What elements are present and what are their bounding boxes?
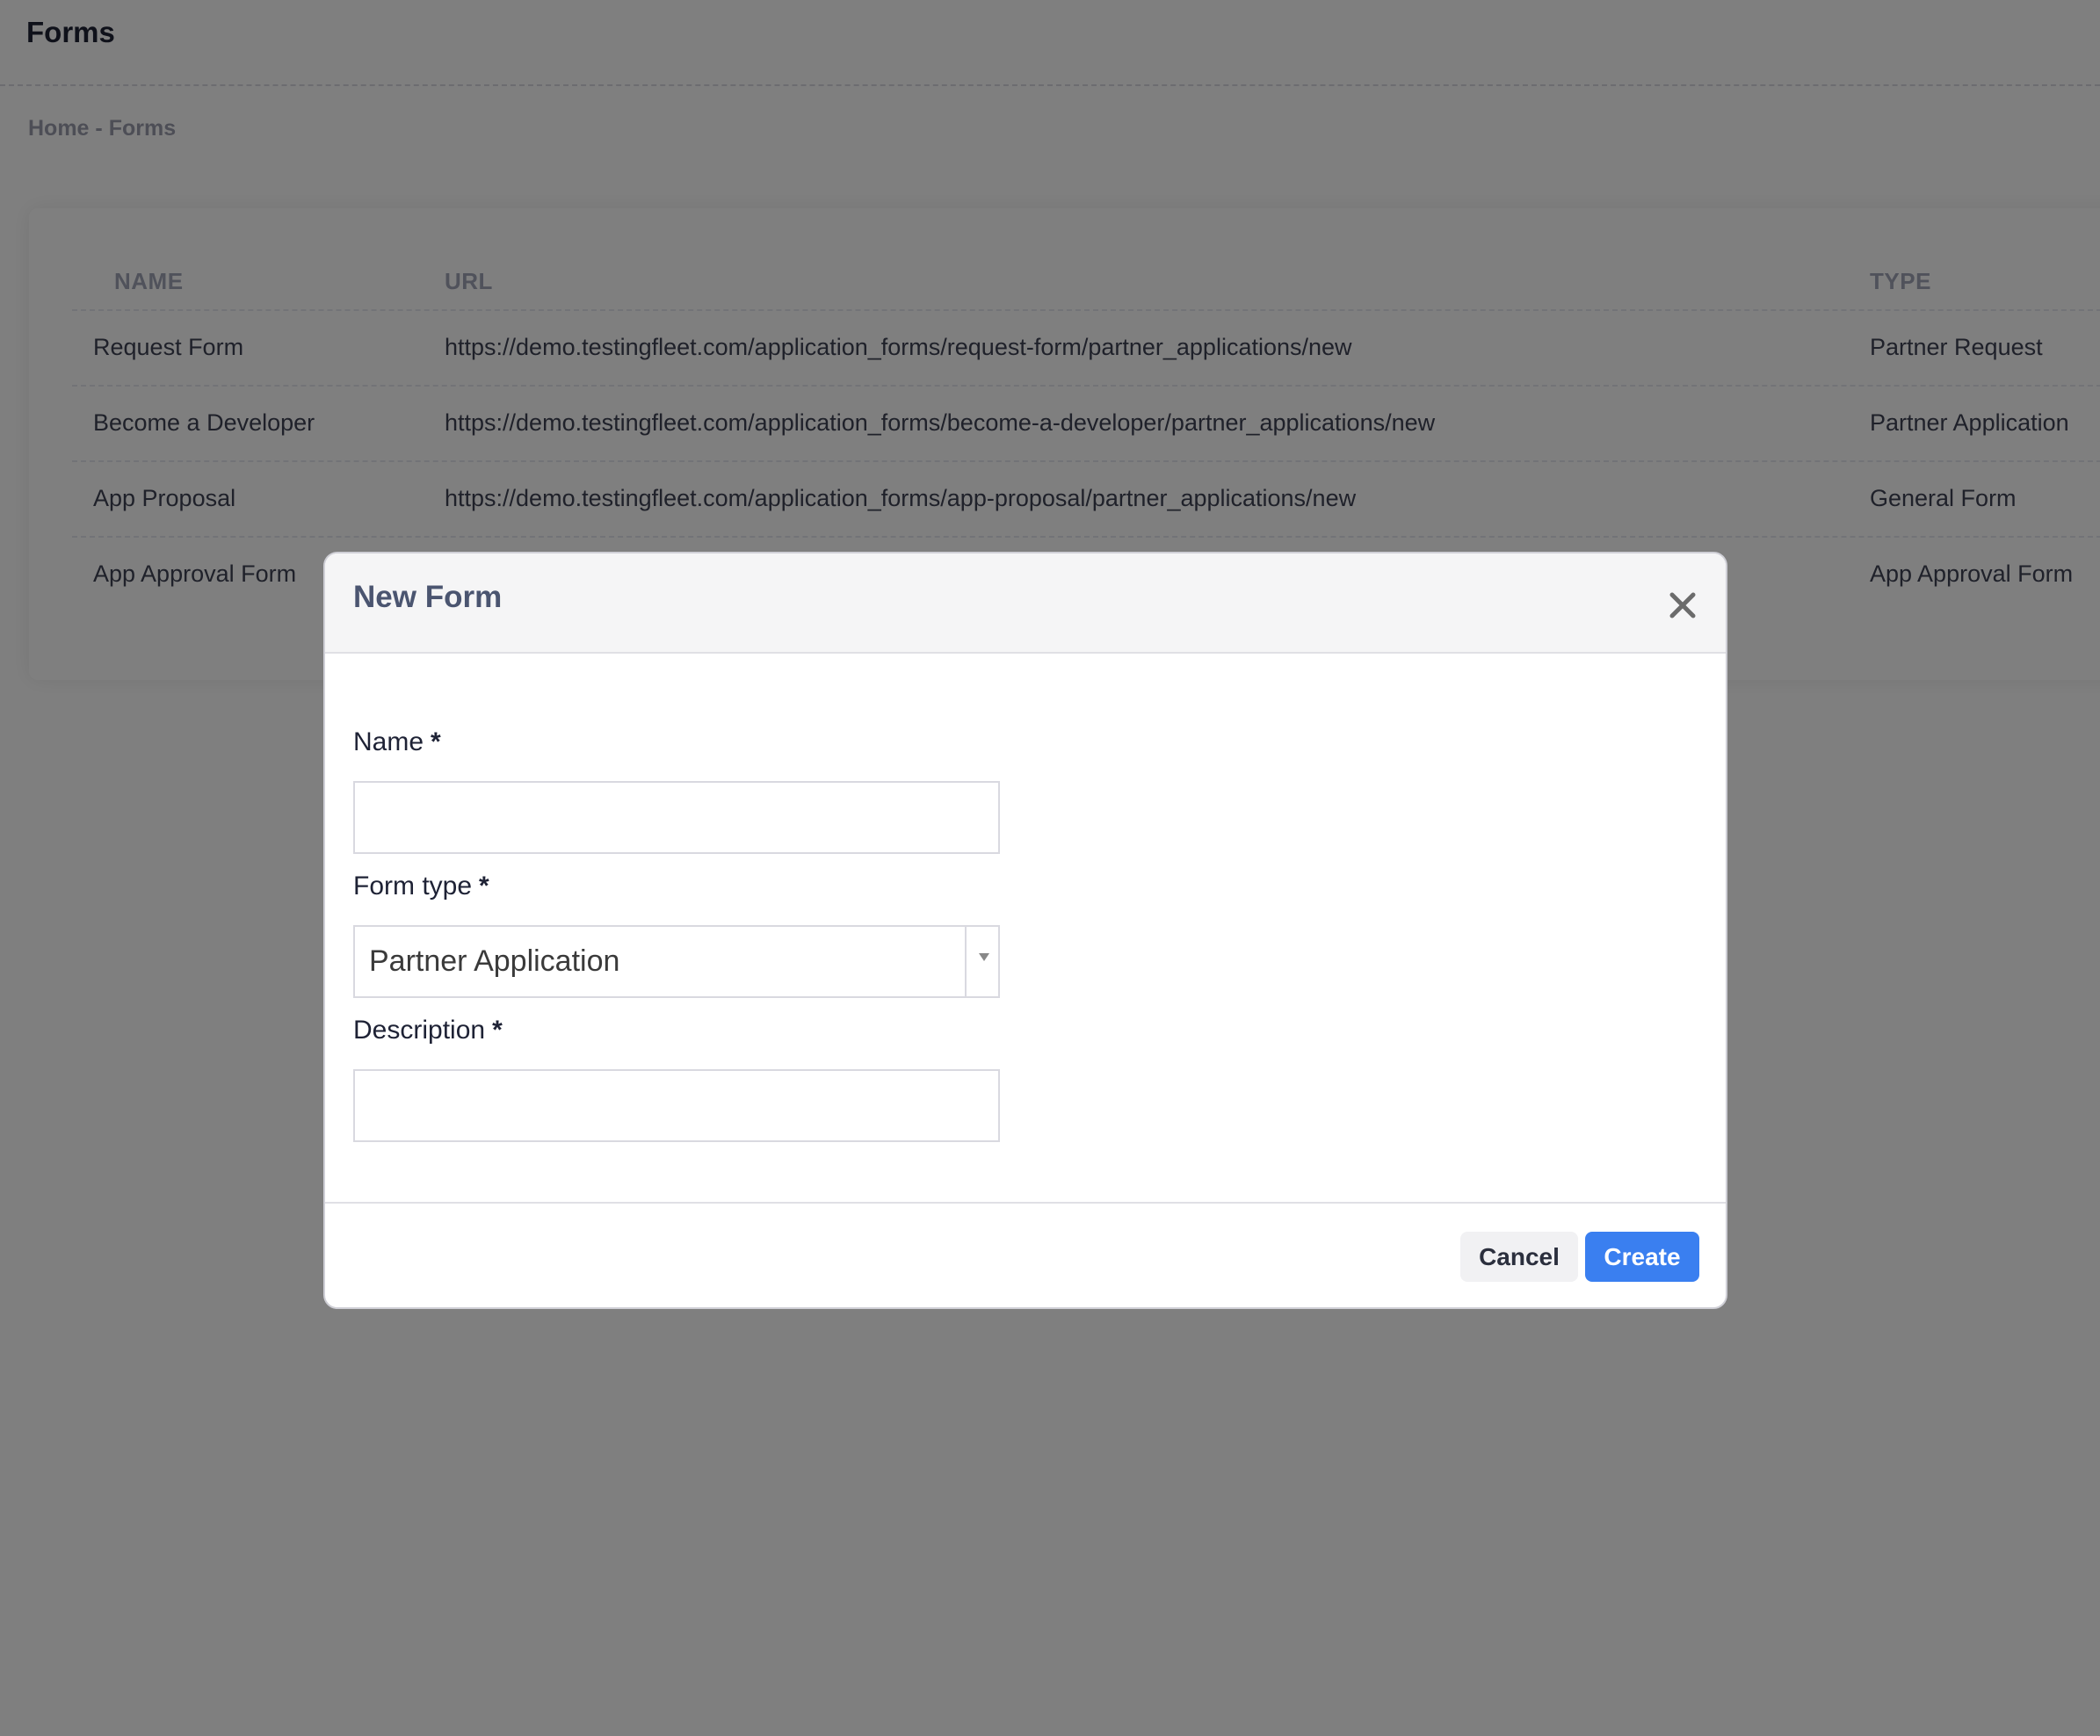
- form-type-label: Form type *: [353, 872, 489, 901]
- modal-header: New Form: [325, 553, 1726, 654]
- form-type-selected-value: Partner Application: [369, 944, 620, 978]
- name-input[interactable]: [353, 781, 1000, 854]
- close-icon[interactable]: [1668, 590, 1698, 620]
- new-form-modal: New Form Name * Form type * Partner Applic…: [323, 552, 1727, 1309]
- required-mark: *: [479, 872, 489, 901]
- description-label-text: Description: [353, 1016, 486, 1045]
- name-label-text: Name: [353, 727, 424, 756]
- cancel-button[interactable]: Cancel: [1460, 1232, 1578, 1282]
- modal-footer: Cancel Create: [325, 1202, 1726, 1307]
- modal-title: New Form: [353, 580, 503, 614]
- create-button[interactable]: Create: [1585, 1232, 1699, 1282]
- chevron-down-icon[interactable]: [979, 953, 989, 961]
- name-label: Name *: [353, 727, 441, 757]
- description-input[interactable]: [353, 1069, 1000, 1142]
- required-mark: *: [431, 727, 441, 756]
- select-divider: [965, 927, 967, 996]
- description-label: Description *: [353, 1016, 503, 1045]
- form-type-label-text: Form type: [353, 872, 473, 901]
- required-mark: *: [492, 1016, 503, 1045]
- form-type-select[interactable]: Partner Application: [353, 925, 1000, 998]
